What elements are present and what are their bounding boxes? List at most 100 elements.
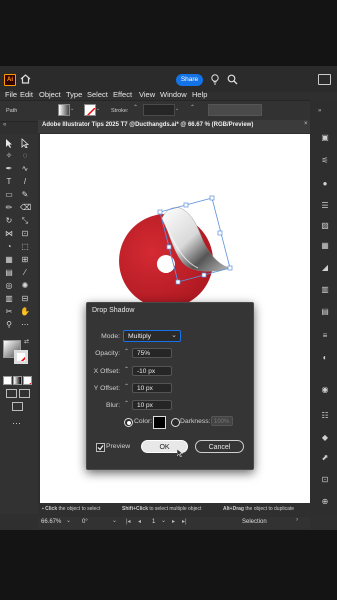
zoom-dropdown-icon[interactable]: ⌄	[66, 517, 71, 524]
curvature-tool-icon[interactable]: ∿	[20, 164, 30, 174]
menu-help[interactable]: Help	[192, 90, 207, 99]
last-artboard-icon[interactable]: ▸|	[182, 518, 187, 525]
blur-stepper-icon[interactable]: ⌃	[124, 400, 129, 407]
fill-dropdown-icon[interactable]: ⌄	[70, 106, 74, 112]
menu-effect[interactable]: Effect	[113, 90, 132, 99]
libraries-panel-icon[interactable]: ▨	[318, 220, 332, 232]
menu-window[interactable]: Window	[160, 90, 187, 99]
share-button[interactable]: Share	[176, 74, 203, 86]
screen-mode-icon[interactable]	[19, 389, 30, 398]
pen-tool-icon[interactable]: ✒	[4, 164, 14, 174]
cancel-button[interactable]: Cancel	[195, 440, 244, 453]
y-offset-input[interactable]: 10 px	[132, 383, 172, 393]
magic-wand-tool-icon[interactable]: ✧	[4, 151, 14, 161]
search-icon[interactable]	[227, 74, 238, 85]
menu-view[interactable]: View	[139, 90, 155, 99]
menu-edit[interactable]: Edit	[20, 90, 33, 99]
eyedropper-tool-icon[interactable]: ⁄	[20, 268, 30, 278]
artboard-dropdown-icon[interactable]: ⌄	[161, 517, 166, 524]
artboard-number[interactable]: 1	[152, 519, 155, 525]
paintbrush-tool-icon[interactable]: ✎	[20, 190, 30, 200]
asset-export-panel-icon[interactable]: ⬈	[318, 452, 332, 464]
menu-select[interactable]: Select	[87, 90, 108, 99]
menu-object[interactable]: Object	[39, 90, 61, 99]
hand-tool-icon[interactable]: ✋	[20, 307, 30, 317]
pathfinder-panel-icon[interactable]: ⊕	[318, 496, 332, 508]
shadow-color-swatch[interactable]	[153, 416, 166, 429]
tab-close-icon[interactable]: ×	[304, 121, 308, 127]
home-icon[interactable]	[20, 74, 31, 84]
variable-width-dropdown[interactable]: ⌃	[190, 104, 204, 114]
symbols-panel-icon[interactable]: ◆	[318, 432, 332, 444]
line-tool-icon[interactable]: /	[20, 177, 30, 187]
stroke-dropdown-icon[interactable]: ⌄	[96, 106, 100, 112]
menu-type[interactable]: Type	[66, 90, 82, 99]
type-tool-icon[interactable]: T	[4, 177, 14, 187]
status-expand-icon[interactable]: ›	[296, 517, 298, 523]
info-panel-icon[interactable]: ●	[318, 178, 332, 190]
artboard-mode-icon[interactable]	[12, 402, 23, 411]
none-mode-button[interactable]	[23, 376, 32, 385]
zoom-tool-icon[interactable]: ⚲	[4, 320, 14, 330]
artboard-tool-icon[interactable]: ⊟	[20, 294, 30, 304]
transform-panel-icon[interactable]: ⊡	[318, 474, 332, 486]
lasso-tool-icon[interactable]: ◌	[20, 151, 30, 161]
shape-builder-tool-icon[interactable]: ◔	[4, 242, 14, 252]
stroke-swatch[interactable]	[84, 104, 96, 116]
stroke-panel-icon[interactable]: ≡	[318, 330, 332, 342]
swatches-panel-icon[interactable]: ▤	[318, 306, 332, 318]
fill-swatch[interactable]	[58, 104, 70, 116]
artboards-panel-icon[interactable]: ◢	[318, 262, 332, 274]
lightbulb-icon[interactable]	[210, 74, 220, 85]
pencil-tool-icon[interactable]: ✏	[4, 203, 14, 213]
toolbar-collapse-icon[interactable]: «	[3, 122, 6, 128]
document-tab[interactable]: Adobe Illustrator Tips 2025 T7 @Ducthang…	[42, 122, 253, 128]
more-tools-icon[interactable]: ⋯	[12, 418, 21, 429]
workspace-icon[interactable]	[318, 74, 331, 85]
width-tool-icon[interactable]: ⋈	[4, 229, 14, 239]
symbol-sprayer-tool-icon[interactable]: ✺	[20, 281, 30, 291]
menu-file[interactable]: File	[5, 90, 17, 99]
zoom-level[interactable]: 66.67%	[41, 519, 61, 525]
properties-panel-icon[interactable]: ▣	[318, 132, 332, 144]
stroke-weight-field[interactable]	[143, 104, 175, 116]
eraser-tool-icon[interactable]: ⌫	[20, 203, 31, 213]
layers-panel-icon[interactable]: ☰	[318, 200, 332, 212]
color-radio[interactable]	[124, 418, 133, 427]
edit-toolbar-icon[interactable]: ⋯	[20, 320, 30, 330]
darkness-input[interactable]: 100%	[211, 416, 233, 426]
draw-mode-icon[interactable]	[6, 389, 17, 398]
selection-tool-icon[interactable]	[4, 138, 14, 148]
appearance-panel-icon[interactable]: ◉	[318, 384, 332, 396]
direct-selection-tool-icon[interactable]	[20, 138, 30, 149]
previous-artboard-icon[interactable]: ◂	[138, 518, 141, 525]
stroke-dropdown[interactable]: ⌄	[175, 106, 179, 112]
free-transform-tool-icon[interactable]: ⊡	[20, 229, 30, 239]
y-offset-stepper-icon[interactable]: ⌃	[124, 383, 129, 390]
brush-definition-field[interactable]	[208, 104, 262, 116]
align-panel-icon[interactable]: ▥	[318, 284, 332, 296]
rotation-value[interactable]: 0°	[82, 519, 88, 525]
stroke-color-indicator[interactable]	[14, 350, 28, 364]
blur-input[interactable]: 10 px	[132, 400, 172, 410]
stroke-weight-stepper[interactable]: ⌃	[133, 104, 141, 114]
mode-select[interactable]: Multiply ⌄	[123, 330, 181, 342]
preview-checkbox[interactable]	[96, 443, 105, 452]
color-mode-button[interactable]	[3, 376, 12, 385]
live-paint-tool-icon[interactable]: ⬚	[20, 242, 30, 252]
x-offset-input[interactable]: -10 px	[132, 366, 172, 376]
rotation-dropdown-icon[interactable]: ⌄	[112, 517, 117, 524]
swap-fill-stroke-icon[interactable]: ⇄	[24, 338, 29, 345]
scale-tool-icon[interactable]: ⤡	[20, 216, 30, 226]
gradient-tool-icon[interactable]: ▤	[4, 268, 14, 278]
x-offset-stepper-icon[interactable]: ⌃	[124, 366, 129, 373]
gradient-mode-button[interactable]	[13, 376, 22, 385]
darkness-radio[interactable]	[171, 418, 180, 427]
first-artboard-icon[interactable]: |◂	[126, 518, 131, 525]
blend-tool-icon[interactable]: ◎	[4, 281, 14, 291]
mesh-tool-icon[interactable]: ⊞	[20, 255, 30, 265]
graph-tool-icon[interactable]: ▥	[4, 294, 14, 304]
next-artboard-icon[interactable]: ▸	[172, 518, 175, 525]
perspective-grid-tool-icon[interactable]: ▦	[4, 255, 14, 265]
rectangle-tool-icon[interactable]: ▭	[4, 190, 14, 200]
